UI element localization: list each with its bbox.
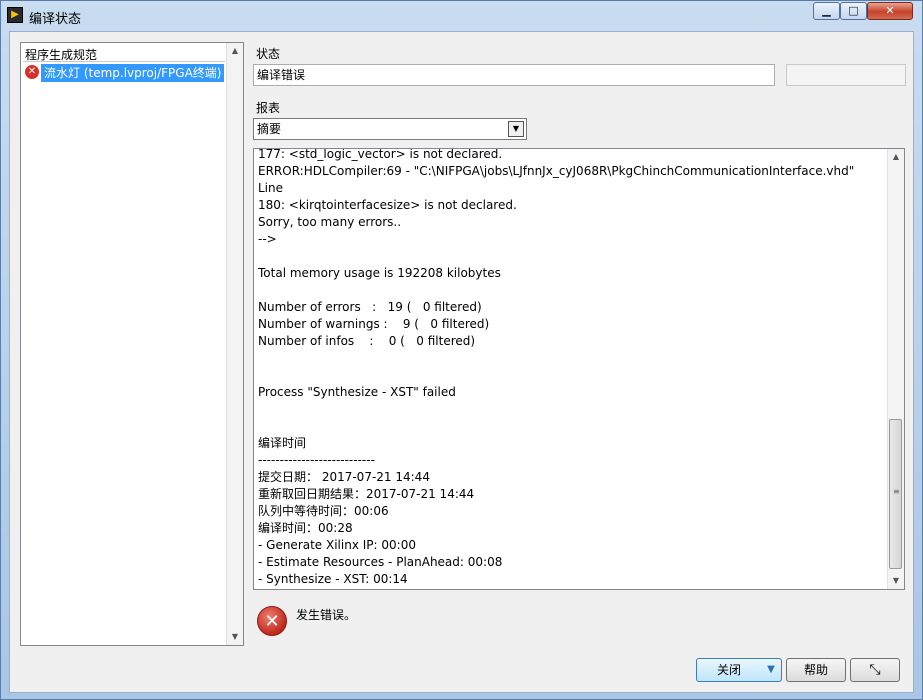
log-text: 177: <std_logic_vector> is not declared.… (258, 148, 855, 586)
list-item-label: 流水灯 (temp.lvproj/FPGA终端) (41, 64, 225, 82)
window-close-button[interactable]: ✕ (867, 2, 913, 20)
error-icon: ✕ (25, 65, 39, 79)
scroll-down-icon[interactable]: ▼ (888, 573, 904, 589)
scrollbar-thumb[interactable]: ≡ (889, 419, 902, 569)
close-button-label: 关闭 (716, 663, 741, 677)
resize-icon[interactable]: ⤡ (850, 658, 900, 682)
minimize-button[interactable]: ▁ (813, 2, 840, 20)
report-select[interactable]: 摘要 ▼ (253, 118, 527, 140)
log-scrollbar[interactable]: ▲ ≡ ▼ (887, 149, 904, 589)
list-header-divider (23, 61, 225, 62)
window-title: 编译状态 (29, 12, 82, 27)
close-button[interactable]: 关闭 ▼ (696, 658, 782, 682)
status-indicator (786, 64, 906, 86)
grip-icon: ≡ (893, 487, 900, 496)
dialog-body: 程序生成规范 ✕ 流水灯 (temp.lvproj/FPGA终端) ▲ ▼ 状态… (9, 31, 914, 693)
build-spec-list[interactable]: 程序生成规范 ✕ 流水灯 (temp.lvproj/FPGA终端) ▲ ▼ (20, 42, 244, 646)
title-bar[interactable]: ▶ 编译状态 ▁ □ ✕ (1, 1, 922, 31)
compile-status-window: ▶ 编译状态 ▁ □ ✕ 程序生成规范 ✕ 流水灯 (temp.lvproj/F… (0, 0, 923, 700)
scroll-down-icon[interactable]: ▼ (227, 629, 243, 645)
error-message: 发生错误。 (296, 608, 357, 622)
chevron-down-icon[interactable]: ▼ (763, 661, 779, 679)
status-label: 状态 (256, 47, 281, 61)
list-item[interactable]: ✕ 流水灯 (temp.lvproj/FPGA终端) (23, 64, 225, 82)
status-field: 编译错误 (253, 64, 775, 86)
report-label: 报表 (256, 101, 281, 115)
list-scrollbar[interactable]: ▲ ▼ (226, 43, 243, 645)
labview-icon: ▶ (7, 7, 23, 23)
maximize-button[interactable]: □ (840, 2, 867, 20)
scroll-up-icon[interactable]: ▲ (227, 43, 243, 59)
report-select-value: 摘要 (257, 122, 282, 136)
error-icon: ✕ (257, 606, 287, 636)
scroll-up-icon[interactable]: ▲ (888, 149, 904, 165)
chevron-down-icon[interactable]: ▼ (508, 121, 524, 137)
help-button[interactable]: 帮助 (786, 658, 846, 682)
report-log[interactable]: 177: <std_logic_vector> is not declared.… (253, 148, 905, 590)
